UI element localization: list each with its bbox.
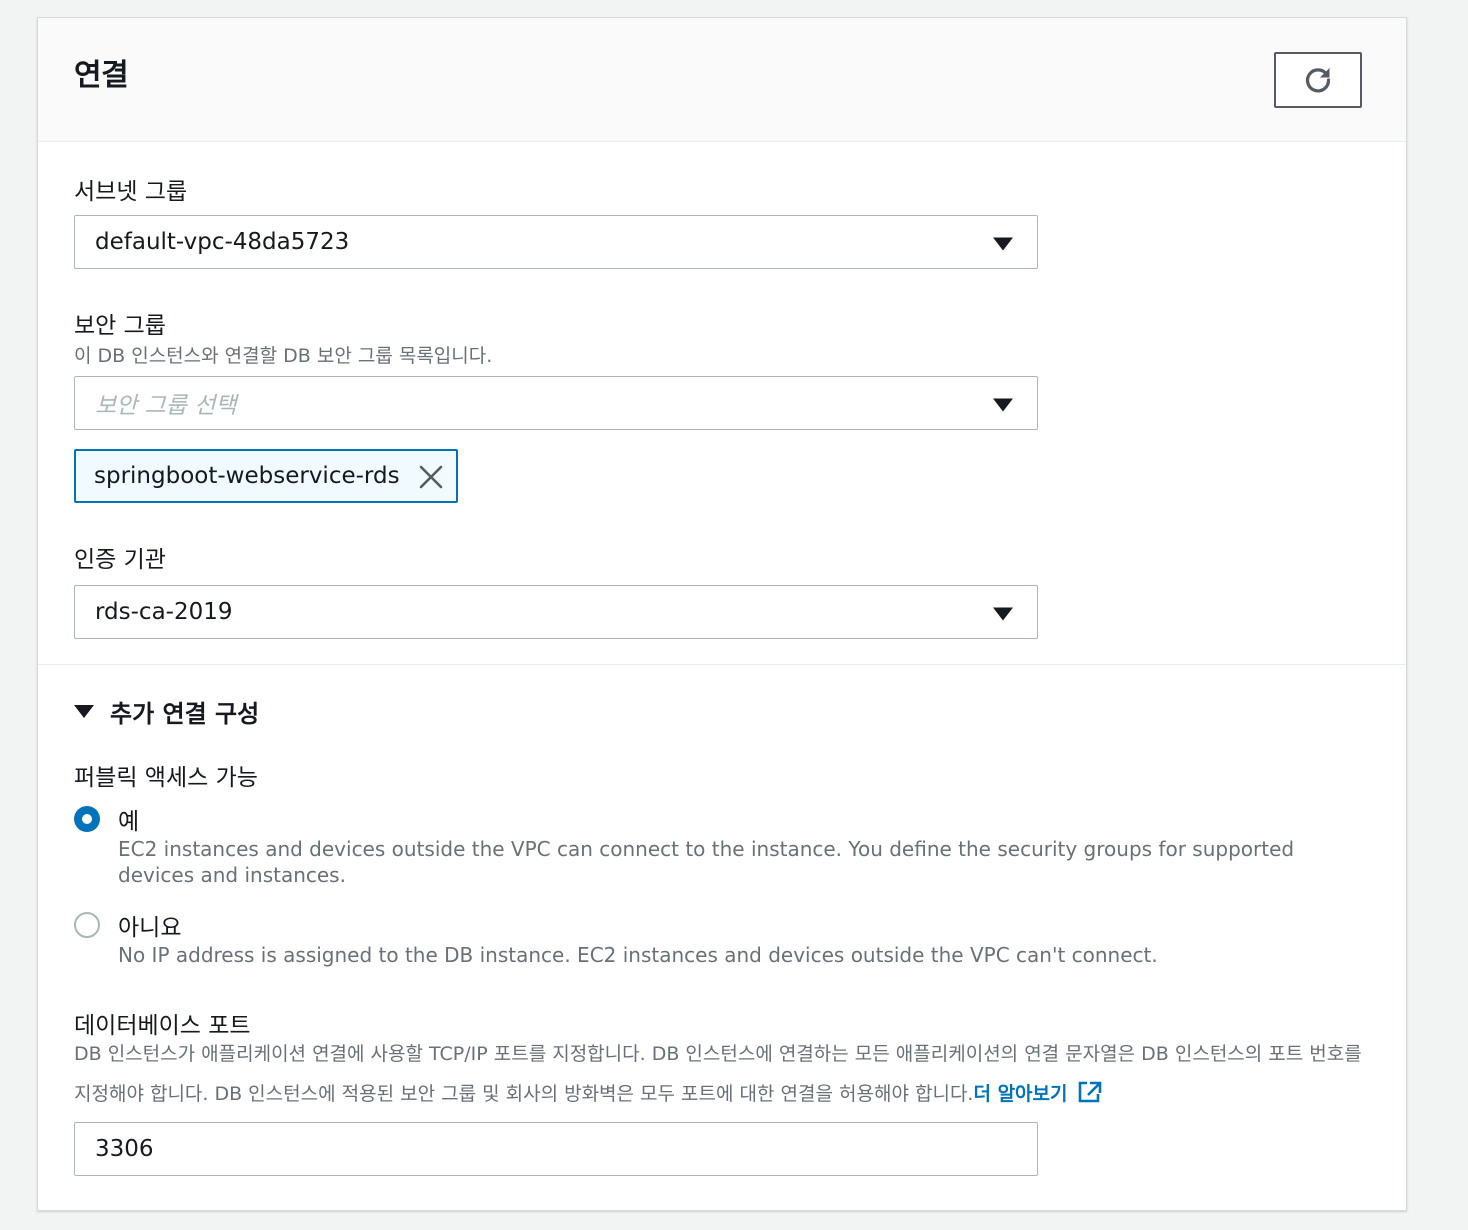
certificate-authority-label: 인증 기관 (74, 547, 166, 573)
security-group-select[interactable]: 보안 그룹 선택 (74, 376, 1038, 430)
refresh-icon (1305, 68, 1331, 93)
learn-more-link[interactable]: 더 알아보기 (973, 1081, 1103, 1105)
close-icon[interactable] (418, 464, 444, 490)
public-access-no-description: No IP address is assigned to the DB inst… (118, 943, 1158, 967)
external-link-icon (1079, 1081, 1102, 1103)
subnet-group-label: 서브넷 그룹 (74, 179, 188, 205)
refresh-button[interactable] (1274, 52, 1362, 108)
learn-more-label: 더 알아보기 (973, 1083, 1068, 1105)
panel-title: 연결 (74, 58, 129, 93)
section-divider (38, 664, 1406, 665)
subnet-group-value: default-vpc-48da5723 (95, 229, 350, 255)
caret-down-icon (74, 704, 94, 718)
public-access-yes-description: EC2 instances and devices outside the VP… (118, 837, 1295, 887)
public-access-yes-radio[interactable] (74, 806, 100, 832)
caret-down-icon (993, 237, 1013, 251)
additional-config-toggle[interactable]: 추가 연결 구성 (74, 694, 259, 728)
public-access-no-label[interactable]: 아니요 (118, 908, 181, 942)
public-access-no-radio[interactable] (74, 912, 100, 938)
connectivity-panel: 연결 서브넷 그룹 default-vpc-48da5723 보안 그룹 이 D… (37, 17, 1407, 1211)
database-port-description: DB 인스턴스가 애플리케이션 연결에 사용할 TCP/IP 포트를 지정합니다… (74, 1034, 1364, 1114)
token-label: springboot-webservice-rds (94, 463, 400, 489)
security-group-label: 보안 그룹 (74, 313, 166, 339)
public-access-label: 퍼블릭 액세스 가능 (74, 765, 258, 791)
certificate-authority-value: rds-ca-2019 (95, 599, 233, 625)
panel-header: 연결 (38, 18, 1406, 142)
subnet-group-select[interactable]: default-vpc-48da5723 (74, 215, 1038, 269)
security-group-placeholder: 보안 그룹 선택 (95, 393, 237, 419)
caret-down-icon (993, 607, 1013, 621)
certificate-authority-select[interactable]: rds-ca-2019 (74, 585, 1038, 639)
database-port-value: 3306 (95, 1136, 154, 1162)
public-access-yes-label[interactable]: 예 (118, 802, 139, 836)
database-port-input[interactable]: 3306 (74, 1122, 1038, 1176)
additional-config-label: 추가 연결 구성 (110, 699, 260, 728)
caret-down-icon (993, 398, 1013, 412)
security-group-token: springboot-webservice-rds (74, 449, 458, 503)
database-port-description-text: DB 인스턴스가 애플리케이션 연결에 사용할 TCP/IP 포트를 지정합니다… (74, 1043, 1362, 1105)
security-group-description: 이 DB 인스턴스와 연결할 DB 보안 그룹 목록입니다. (74, 345, 493, 367)
